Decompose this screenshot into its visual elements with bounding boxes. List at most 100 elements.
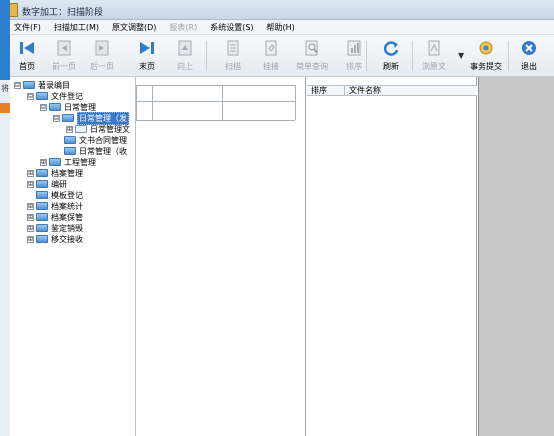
expand-icon[interactable]: ⊞ — [66, 125, 73, 133]
tree-node-research[interactable]: ⊞ 编研 — [27, 179, 67, 189]
grid-row-line — [136, 85, 295, 86]
grid-col-line — [295, 85, 296, 120]
column-file-name[interactable]: 文件名称 — [345, 86, 477, 95]
first-page-button[interactable]: 首页 — [16, 37, 38, 75]
expand-icon[interactable]: ⊞ — [27, 169, 34, 177]
folder-icon — [36, 92, 48, 100]
commit-icon — [475, 37, 497, 59]
attach-button[interactable]: 挂接 — [260, 37, 282, 75]
grid-row-line — [136, 120, 295, 121]
image-preview-pane — [478, 77, 554, 436]
folder-icon — [36, 180, 48, 188]
folder-icon — [49, 158, 61, 166]
tree-node-project-management[interactable]: ⊞ 工程管理 — [40, 157, 96, 167]
next-page-button[interactable]: 后一页 — [90, 37, 114, 75]
prev-page-icon — [53, 37, 75, 59]
tree-node-daily-incoming[interactable]: 日常管理（收 — [64, 146, 127, 156]
menu-original-adjust[interactable]: 原文调整(D) — [112, 22, 156, 33]
exit-icon — [518, 37, 540, 59]
catalog-tree[interactable]: ⊟ 著录编目 ⊟ 文件登记 ⊟ 日常管理 ⊟ 日常管理（发 ⊞ 日常管理文 文书… — [10, 77, 136, 436]
grid-col-line — [152, 85, 153, 120]
folder-icon — [36, 213, 48, 221]
simple-query-button[interactable]: 简单查询 — [296, 37, 328, 75]
record-grid[interactable] — [136, 77, 306, 436]
column-sort-order[interactable]: 排序 — [307, 86, 345, 95]
menu-scan-process[interactable]: 扫描加工(M) — [54, 22, 99, 33]
expand-icon[interactable]: ⊞ — [27, 180, 34, 188]
menu-file[interactable]: 文件(F) — [14, 22, 41, 33]
folder-icon — [36, 224, 48, 232]
view-original-dropdown-icon[interactable]: ▼ — [458, 51, 464, 60]
first-page-icon — [16, 37, 38, 59]
menu-report[interactable]: 报表(R) — [169, 22, 197, 33]
file-list[interactable]: 排序 文件名称 — [307, 77, 477, 436]
tree-node-catalog[interactable]: ⊟ 著录编目 — [14, 80, 70, 90]
view-original-button[interactable]: 浏原文 — [422, 37, 446, 75]
folder-icon — [36, 235, 48, 243]
menu-settings[interactable]: 系统设置(S) — [210, 22, 253, 33]
expand-icon[interactable]: ⊞ — [27, 235, 34, 243]
menu-help[interactable]: 帮助(H) — [267, 22, 295, 33]
next-page-icon — [91, 37, 113, 59]
refresh-button[interactable]: 刷新 — [380, 37, 402, 75]
tree-node-archive-management[interactable]: ⊞ 档案管理 — [27, 168, 83, 178]
scan-icon — [222, 37, 244, 59]
attach-icon — [260, 37, 282, 59]
tree-node-daily-outgoing[interactable]: ⊟ 日常管理（发 — [53, 111, 129, 125]
collapse-icon[interactable]: ⊟ — [27, 92, 34, 100]
folder-icon — [64, 136, 76, 144]
folder-icon — [36, 191, 48, 199]
toolbar-separator — [206, 41, 207, 71]
tree-node-archive-statistics[interactable]: ⊞ 档案统计 — [27, 201, 83, 211]
expand-icon[interactable]: ⊞ — [27, 202, 34, 210]
window-title: 数字加工：扫描阶段 — [22, 8, 104, 18]
toolbar-separator — [412, 41, 413, 71]
folder-icon — [62, 114, 74, 122]
commit-button[interactable]: 事务提交 — [470, 37, 502, 75]
tree-node-archive-storage[interactable]: ⊞ 档案保管 — [27, 212, 83, 222]
grid-col-line — [136, 85, 137, 120]
tree-node-daily-management[interactable]: ⊟ 日常管理 — [40, 102, 96, 112]
toolbar-separator — [508, 41, 509, 71]
refresh-icon — [380, 37, 402, 59]
tree-node-file-register[interactable]: ⊟ 文件登记 — [27, 91, 83, 101]
toolbar-separator — [366, 41, 367, 71]
folder-icon — [49, 103, 61, 111]
title-bar: 数字加工：扫描阶段 — [0, 0, 554, 20]
expand-icon[interactable]: ⊞ — [27, 224, 34, 232]
document-icon — [75, 125, 87, 133]
menu-bar: 文件(F) 扫描加工(M) 原文调整(D) 报表(R) 系统设置(S) 帮助(H… — [0, 20, 554, 35]
toolbar: 首页 前一页 后一页 末页 向上 扫描 挂接 简单查询 排序 刷新 浏原文 ▼ … — [10, 35, 554, 77]
tree-node-template-register[interactable]: 模板登记 — [27, 190, 83, 200]
tree-node-contract-management[interactable]: 文书合同管理 — [64, 135, 127, 145]
up-button[interactable]: 向上 — [174, 37, 196, 75]
file-list-header: 排序 文件名称 — [307, 85, 477, 96]
last-page-icon — [136, 37, 158, 59]
search-icon — [301, 37, 323, 59]
left-side-panel — [0, 80, 10, 436]
grid-row-line — [136, 101, 295, 102]
folder-icon — [64, 147, 76, 155]
tree-node-daily-doc[interactable]: ⊞ 日常管理文 — [66, 124, 130, 134]
grid-col-line — [222, 85, 223, 120]
up-icon — [174, 37, 196, 59]
left-strip-label: 将 — [1, 84, 9, 93]
collapse-icon[interactable]: ⊟ — [14, 81, 21, 89]
tree-node-transfer-receive[interactable]: ⊞ 移交接收 — [27, 234, 83, 244]
folder-icon — [36, 202, 48, 210]
folder-icon — [36, 169, 48, 177]
scan-button[interactable]: 扫描 — [222, 37, 244, 75]
view-original-icon — [423, 37, 445, 59]
tree-node-appraisal-destruction[interactable]: ⊞ 鉴定销毁 — [27, 223, 83, 233]
left-strip-marker[interactable] — [0, 103, 10, 113]
prev-page-button[interactable]: 前一页 — [52, 37, 76, 75]
collapse-icon[interactable]: ⊟ — [40, 103, 47, 111]
last-page-button[interactable]: 末页 — [136, 37, 158, 75]
collapse-icon[interactable]: ⊟ — [53, 114, 60, 122]
sort-icon — [343, 37, 365, 59]
sort-button[interactable]: 排序 — [343, 37, 365, 75]
expand-icon[interactable]: ⊞ — [40, 158, 47, 166]
expand-icon[interactable]: ⊞ — [27, 213, 34, 221]
folder-icon — [23, 81, 35, 89]
exit-button[interactable]: 退出 — [518, 37, 540, 75]
